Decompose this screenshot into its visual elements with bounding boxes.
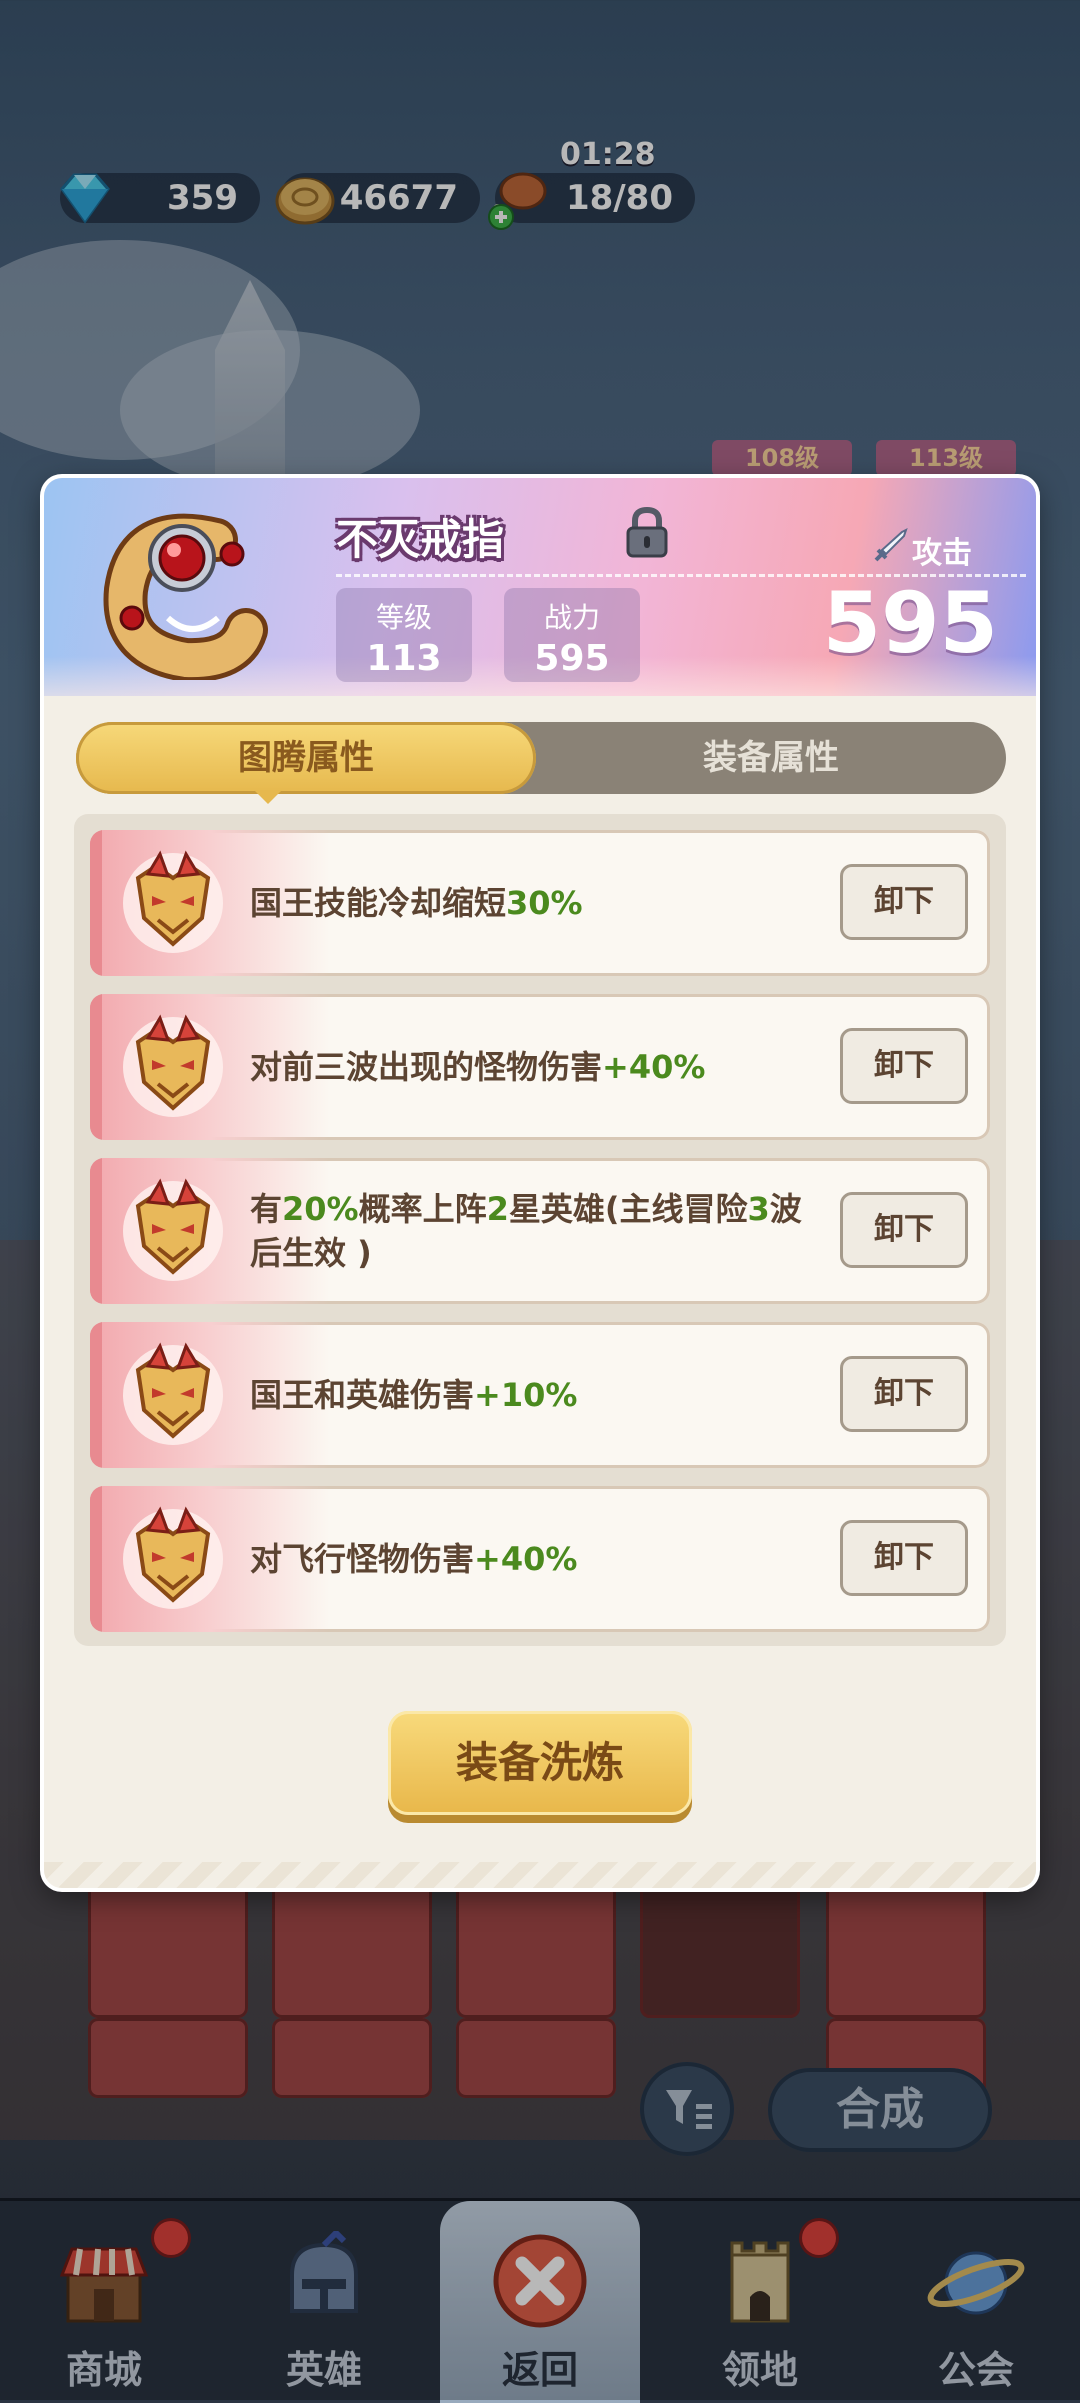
attribute-tabs: 图腾属性 装备属性 <box>76 722 1006 794</box>
attr-text-part: 星英雄(主线冒险 <box>508 1190 748 1228</box>
totem-mask-icon <box>123 1506 223 1609</box>
list-item: 国王技能冷却缩短30% 卸下 <box>90 830 990 976</box>
power-stat: 战力 595 <box>504 588 640 682</box>
tab-pointer <box>254 790 282 804</box>
attr-value: 20% <box>282 1190 359 1228</box>
attr-value: +40% <box>602 1048 706 1086</box>
item-name: 不灭戒指 <box>336 515 505 564</box>
totem-mask-icon <box>123 1014 223 1117</box>
unequip-button[interactable]: 卸下 <box>840 1356 968 1432</box>
attribute-text: 对前三波出现的怪物伤害+40% <box>250 994 810 1140</box>
sword-icon <box>874 528 908 562</box>
attr-text-part: 国王和英雄伤害 <box>250 1376 475 1414</box>
lock-icon[interactable] <box>624 506 670 558</box>
totem-mask-icon <box>123 1342 223 1445</box>
row-stripe <box>90 830 102 976</box>
level-label: 等级 <box>375 601 432 634</box>
attribute-text: 国王技能冷却缩短30% <box>250 830 810 976</box>
attr-text-part: 国王技能冷却缩短 <box>250 884 507 922</box>
unequip-button[interactable]: 卸下 <box>840 1028 968 1104</box>
row-stripe <box>90 1158 102 1304</box>
list-item: 国王和英雄伤害+10% 卸下 <box>90 1322 990 1468</box>
ring-icon <box>103 513 268 680</box>
attr-value: +10% <box>474 1376 578 1414</box>
power-label: 战力 <box>543 601 600 634</box>
attr-text-part: 概率上阵 <box>358 1190 487 1228</box>
attack-label: 攻击 <box>912 536 972 571</box>
level-stat: 等级 113 <box>336 588 472 682</box>
level-value: 113 <box>366 638 442 679</box>
unequip-button[interactable]: 卸下 <box>840 864 968 940</box>
attr-text-part: 对飞行怪物伤害 <box>250 1540 475 1578</box>
attr-text-part: 对前三波出现的怪物伤害 <box>250 1048 603 1086</box>
attribute-text: 有20%概率上阵2星英雄(主线冒险3波后生效 ) <box>250 1158 810 1304</box>
list-item: 对飞行怪物伤害+40% 卸下 <box>90 1486 990 1632</box>
attr-value: 2 <box>486 1190 509 1228</box>
attr-value: +40% <box>474 1540 578 1578</box>
unequip-button[interactable]: 卸下 <box>840 1192 968 1268</box>
tab-totem-attributes[interactable]: 图腾属性 <box>76 722 536 794</box>
row-stripe <box>90 1322 102 1468</box>
list-item: 有20%概率上阵2星英雄(主线冒险3波后生效 ) 卸下 <box>90 1158 990 1304</box>
totem-mask-icon <box>123 1178 223 1281</box>
row-stripe <box>90 994 102 1140</box>
modal-bottom-edge <box>44 1862 1036 1888</box>
power-value: 595 <box>534 638 610 679</box>
row-stripe <box>90 1486 102 1632</box>
attr-value: 30% <box>506 884 583 922</box>
attribute-text: 对飞行怪物伤害+40% <box>250 1486 810 1632</box>
tab-equipment-attributes[interactable]: 装备属性 <box>536 722 1006 794</box>
totem-mask-icon <box>123 850 223 953</box>
unequip-button[interactable]: 卸下 <box>840 1520 968 1596</box>
attr-text-part: 有 <box>250 1190 283 1228</box>
refine-equipment-button[interactable]: 装备洗炼 <box>388 1711 692 1815</box>
attribute-list: 国王技能冷却缩短30% 卸下 对前三波出现的怪物伤害+40% 卸下 有20%概率… <box>74 814 1006 1646</box>
attr-value: 3 <box>747 1190 770 1228</box>
attack-value: 595 <box>822 574 998 672</box>
equipment-detail-modal: 不灭戒指 等级 113 战力 595 攻击 595 图腾属性 装备属性 国王技能… <box>44 478 1036 1888</box>
attribute-text: 国王和英雄伤害+10% <box>250 1322 810 1468</box>
list-item: 对前三波出现的怪物伤害+40% 卸下 <box>90 994 990 1140</box>
